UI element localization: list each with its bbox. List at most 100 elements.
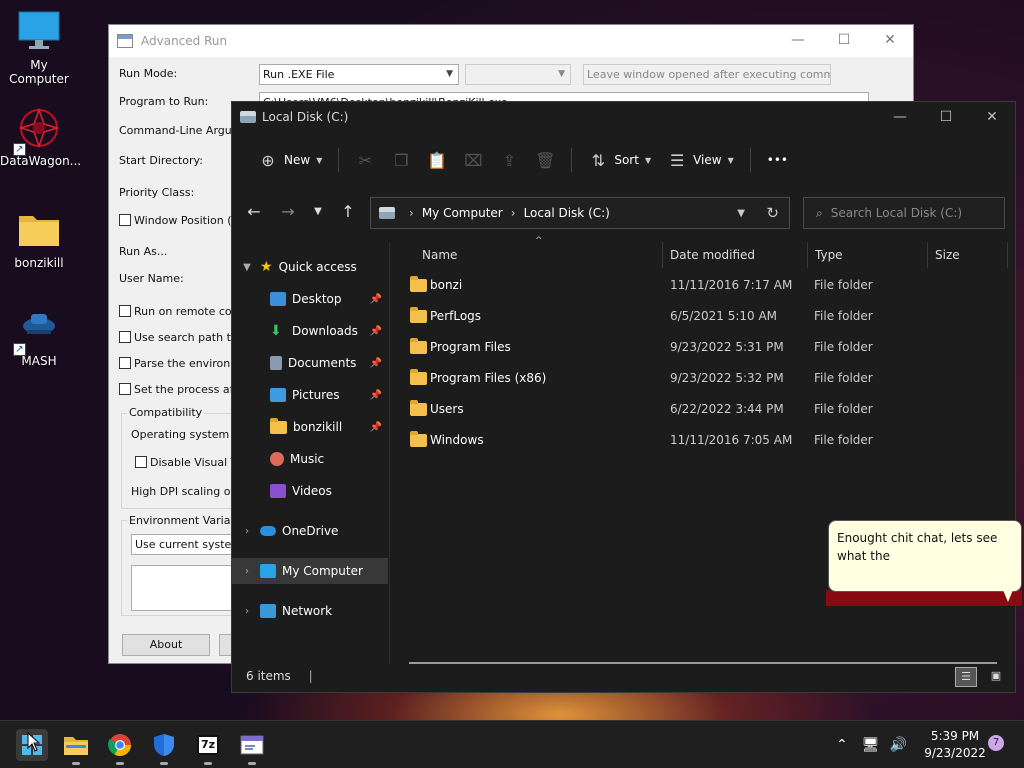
minimize-button[interactable]: — xyxy=(775,25,821,55)
address-dropdown-icon[interactable]: ▼ xyxy=(737,208,745,219)
run-mode-select[interactable]: Run .EXE File ▼ xyxy=(259,64,459,85)
chevron-up-icon[interactable]: ⌃ xyxy=(836,737,848,753)
checkbox[interactable] xyxy=(119,331,131,343)
sidebar-item-quick-access[interactable]: ▼ ★ Quick access xyxy=(232,254,388,280)
table-row[interactable]: Program Files (x86) 9/23/2022 5:32 PM Fi… xyxy=(404,365,1004,393)
file-date: 6/22/2022 3:44 PM xyxy=(670,402,784,416)
breadcrumb-my-computer[interactable]: My Computer xyxy=(422,206,503,220)
table-row[interactable]: PerfLogs 6/5/2021 5:10 AM File folder xyxy=(404,303,1004,331)
window-position-checkbox[interactable]: Window Position (X,Y xyxy=(119,214,249,227)
checkbox[interactable] xyxy=(119,214,131,226)
up-arrow-icon[interactable]: ↑ xyxy=(336,202,360,221)
set-affinity-checkbox[interactable]: Set the process affin xyxy=(119,383,247,396)
back-arrow-icon[interactable]: ← xyxy=(242,202,266,221)
search-input[interactable]: ⌕ Search Local Disk (C:) xyxy=(803,197,1005,229)
chevron-right-icon: › xyxy=(245,605,249,617)
environment-select[interactable]: Use current system xyxy=(131,534,241,555)
chrome-button[interactable] xyxy=(104,729,136,765)
sort-button[interactable]: ⇅ Sort ▼ xyxy=(580,144,659,176)
sidebar-item-music[interactable]: Music xyxy=(232,446,388,472)
close-button[interactable]: ✕ xyxy=(867,25,913,55)
sidebar-item-my-computer[interactable]: › My Computer xyxy=(232,558,388,584)
secondary-select[interactable]: ▼ xyxy=(465,64,571,85)
more-options-button[interactable]: ••• xyxy=(759,144,796,176)
view-button[interactable]: ☰ View ▼ xyxy=(659,144,742,176)
column-header-type[interactable]: Type xyxy=(807,242,843,268)
folder-icon xyxy=(270,417,287,434)
sidebar-item-bonzikill[interactable]: bonzikill 📌 xyxy=(232,414,388,440)
refresh-icon[interactable]: ↻ xyxy=(766,204,779,222)
sidebar-item-documents[interactable]: Documents 📌 xyxy=(232,350,388,376)
file-explorer-button[interactable] xyxy=(60,729,92,765)
table-row[interactable]: Users 6/22/2022 3:44 PM File folder xyxy=(404,396,1004,424)
cut-button[interactable]: ✂ xyxy=(347,144,383,176)
volume-icon[interactable]: 🔊 xyxy=(890,737,907,753)
checkbox[interactable] xyxy=(119,305,131,317)
tiles-view-icon[interactable]: ▣ xyxy=(985,667,1007,687)
column-header-name[interactable]: Name xyxy=(414,242,457,268)
network-status-icon[interactable]: 🖥 xyxy=(862,737,880,753)
leave-window-value: Leave window opened after executing comm… xyxy=(587,68,831,81)
delete-button[interactable]: 🗑 xyxy=(527,144,563,176)
run-remote-checkbox[interactable]: Run on remote comp xyxy=(119,305,249,318)
folder-icon xyxy=(410,276,427,292)
about-button[interactable]: About xyxy=(122,634,210,656)
notification-badge[interactable]: 7 xyxy=(988,735,1004,751)
maximize-button[interactable]: ☐ xyxy=(923,102,969,132)
os-compat-label: Operating system co xyxy=(131,428,246,441)
defender-button[interactable] xyxy=(148,729,180,765)
table-row[interactable]: bonzi 11/11/2016 7:17 AM File folder xyxy=(404,272,1004,300)
sidebar-item-downloads[interactable]: ⬇ Downloads 📌 xyxy=(232,318,388,344)
7zip-button[interactable]: 7z xyxy=(192,729,224,765)
sidebar-item-videos[interactable]: Videos xyxy=(232,478,388,504)
desktop-icon-mash[interactable]: ↗ MASH xyxy=(0,306,78,368)
forward-arrow-icon[interactable]: → xyxy=(276,202,300,221)
desktop-icon-my-computer[interactable]: My Computer xyxy=(0,10,78,86)
rename-button[interactable]: ⌧ xyxy=(455,144,491,176)
sidebar-item-onedrive[interactable]: › OneDrive xyxy=(232,518,388,544)
sidebar-item-pictures[interactable]: Pictures 📌 xyxy=(232,382,388,408)
maximize-button[interactable]: ☐ xyxy=(821,25,867,55)
leave-window-select[interactable]: Leave window opened after executing comm… xyxy=(583,64,831,85)
column-header-date-modified[interactable]: Date modified xyxy=(662,242,755,268)
environment-list[interactable] xyxy=(131,565,241,611)
taskbar: 7z ⌃ 🖥 🔊 5:39 PM 9/23/2022 xyxy=(0,720,1024,768)
file-explorer-icon xyxy=(64,737,88,755)
paste-button[interactable]: 📋 xyxy=(419,144,455,176)
star-icon: ★ xyxy=(260,259,273,275)
checkbox[interactable] xyxy=(135,456,147,468)
desktop-icon-bonzikill[interactable]: bonzikill xyxy=(0,208,78,270)
file-name: bonzi xyxy=(430,278,463,292)
column-header-size[interactable]: Size xyxy=(927,242,960,268)
use-search-label: Use search path to f xyxy=(134,331,245,344)
table-row[interactable]: Program Files 9/23/2022 5:31 PM File fol… xyxy=(404,334,1004,362)
address-bar[interactable]: › My Computer › Local Disk (C:) ▼ ↻ xyxy=(370,197,790,229)
share-button[interactable]: ⇪ xyxy=(491,144,527,176)
minimize-button[interactable]: — xyxy=(877,102,923,132)
details-view-icon[interactable]: ☰ xyxy=(955,667,977,687)
close-button[interactable]: ✕ xyxy=(969,102,1015,132)
table-row[interactable]: Windows 11/11/2016 7:05 AM File folder xyxy=(404,427,1004,455)
breadcrumb-local-disk[interactable]: Local Disk (C:) xyxy=(524,206,610,220)
navigation-pane: ▼ ★ Quick access Desktop 📌 ⬇ Downloads 📌… xyxy=(232,242,390,664)
clock[interactable]: 5:39 PM 9/23/2022 xyxy=(920,728,990,762)
chevron-right-icon: › xyxy=(510,206,516,220)
desktop-icon-label: My Computer xyxy=(9,58,69,86)
download-icon: ⬇ xyxy=(270,323,282,339)
advanced-run-button[interactable] xyxy=(236,729,268,765)
desktop-icon-label: MASH xyxy=(21,354,57,368)
new-button[interactable]: ⊕ New ▼ xyxy=(250,144,330,176)
recent-locations-chevron-icon[interactable]: ▼ xyxy=(306,206,330,217)
copy-button[interactable]: ❐ xyxy=(383,144,419,176)
checkbox[interactable] xyxy=(119,383,131,395)
navigation-bar: ← → ▼ ↑ › My Computer › Local Disk (C:) … xyxy=(232,194,1015,230)
sidebar-item-desktop[interactable]: Desktop 📌 xyxy=(232,286,388,312)
parse-env-checkbox[interactable]: Parse the environme xyxy=(119,357,248,370)
file-name: Program Files (x86) xyxy=(430,371,547,385)
checkbox[interactable] xyxy=(119,357,131,369)
use-search-checkbox[interactable]: Use search path to f xyxy=(119,331,245,344)
desktop-icon-datawagon[interactable]: ↗ DataWagon... xyxy=(0,106,81,168)
window-title: Advanced Run xyxy=(141,34,228,48)
sidebar-item-network[interactable]: › Network xyxy=(232,598,388,624)
column-divider[interactable] xyxy=(1007,242,1008,268)
